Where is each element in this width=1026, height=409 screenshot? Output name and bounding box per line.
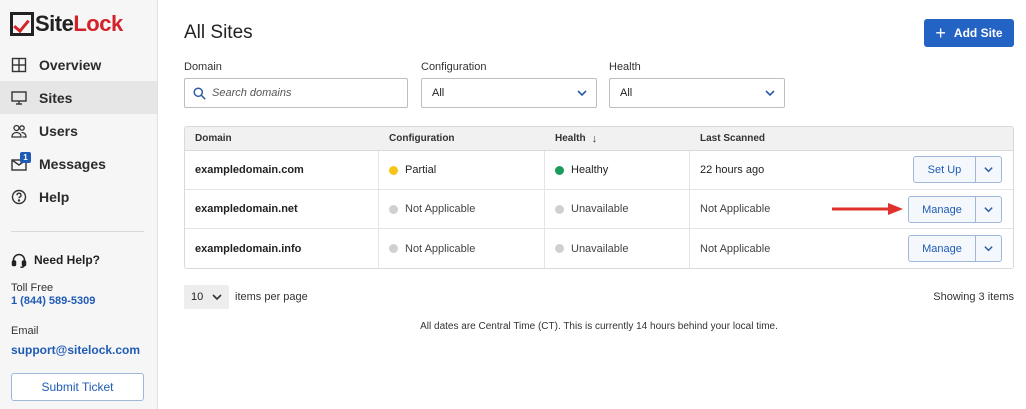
sidebar-item-messages[interactable]: 1 Messages [0,147,157,180]
domain-cell[interactable]: exampledomain.info [195,243,301,255]
headset-icon [11,253,27,268]
sidebar-item-sites[interactable]: Sites [0,81,157,114]
column-header-health[interactable]: Health ↓ [545,127,690,150]
table-header: Domain Configuration Health ↓ Last Scann… [185,127,1013,151]
plus-icon: + [935,23,946,43]
add-site-label: Add Site [953,26,1003,40]
search-input[interactable]: Search domains [184,78,408,108]
sidebar-item-users[interactable]: Users [0,114,157,147]
items-per-page-select[interactable]: 10 [184,285,229,309]
sidebar-item-label: Messages [39,155,106,172]
configuration-select-value: All [432,87,445,99]
sites-table: Domain Configuration Health ↓ Last Scann… [184,126,1014,269]
row-actions-dropdown[interactable] [976,235,1002,262]
email-link[interactable]: support@sitelock.com [11,343,140,357]
sidebar-item-label: Overview [39,56,102,73]
domain-cell[interactable]: exampledomain.net [195,203,298,215]
status-dot-icon [389,204,398,214]
health-cell: Healthy [571,164,609,176]
grid-icon [11,57,27,73]
health-cell: Unavailable [571,242,629,255]
sidebar-item-label: Sites [39,89,73,106]
search-icon [193,86,206,100]
items-per-page: 10 items per page [184,285,308,309]
configuration-select[interactable]: All [421,78,597,108]
logo-check-icon [10,12,34,36]
email-label: Email [11,325,39,337]
configuration-cell: Not Applicable [405,203,476,215]
status-dot-icon [555,204,564,214]
health-select-value: All [620,87,633,99]
row-actions: Manage [908,235,1002,262]
submit-ticket-button[interactable]: Submit Ticket [11,373,144,401]
messages-count-badge: 1 [20,152,31,163]
sidebar-item-help[interactable]: Help [0,180,157,213]
phone-link[interactable]: 1 (844) 589-5309 [11,295,95,307]
timezone-note: All dates are Central Time (CT). This is… [420,321,778,332]
health-select[interactable]: All [609,78,785,108]
help-circle-icon [11,189,27,205]
chevron-down-icon [984,246,993,252]
table-row: exampledomain.info Not Applicable Unavai… [185,229,1013,268]
sitelock-logo[interactable]: SiteLock [10,11,123,37]
row-actions: Manage [908,196,1002,223]
sidebar-item-overview[interactable]: Overview [0,48,157,81]
chevron-down-icon [984,167,993,173]
sidebar: SiteLock Overview Sites Users 1 Messages… [0,0,158,409]
domain-cell[interactable]: exampledomain.com [195,164,304,176]
row-actions-dropdown[interactable] [976,156,1002,183]
column-header-last-scanned[interactable]: Last Scanned [690,127,1013,150]
sidebar-divider [11,231,144,232]
status-dot-icon [555,244,564,253]
need-help-text: Need Help? [34,253,101,267]
last-scanned-cell: Not Applicable [700,242,771,255]
logo-text-lock: Lock [73,11,123,36]
column-header-configuration[interactable]: Configuration [379,127,545,150]
users-icon [11,123,27,139]
sidebar-item-label: Users [39,122,78,139]
column-header-health-label: Health [555,133,586,144]
need-help-heading: Need Help? [11,252,100,268]
last-scanned-cell: 22 hours ago [700,164,765,176]
showing-count: Showing 3 items [933,291,1014,303]
sort-down-icon: ↓ [591,132,598,145]
sidebar-nav: Overview Sites Users 1 Messages Help [0,48,157,213]
configuration-cell: Not Applicable [405,242,476,255]
table-row: exampledomain.com Partial Healthy 22 hou… [185,151,1013,190]
last-scanned-cell: Not Applicable [700,203,771,215]
logo-text-site: Site [35,11,74,36]
status-dot-icon [555,165,564,175]
items-per-page-value: 10 [191,291,204,303]
domain-filter-label: Domain [184,61,222,73]
configuration-filter-label: Configuration [421,61,487,73]
manage-button[interactable]: Manage [908,235,976,262]
configuration-cell: Partial [405,164,437,176]
health-cell: Unavailable [571,203,629,215]
items-per-page-label: items per page [235,291,308,303]
annotation-arrow-icon [832,203,903,215]
row-actions: Set Up [913,156,1002,183]
status-dot-icon [389,165,398,175]
column-header-domain[interactable]: Domain [185,127,379,150]
add-site-button[interactable]: + Add Site [924,19,1014,47]
toll-free-label: Toll Free [11,282,54,294]
monitor-icon [11,90,27,106]
sidebar-item-label: Help [39,188,70,205]
search-placeholder: Search domains [212,87,292,99]
health-filter-label: Health [609,61,641,73]
chevron-down-icon [984,207,993,213]
chevron-down-icon [576,87,588,99]
page-title: All Sites [184,22,253,43]
chevron-down-icon [211,291,223,303]
manage-button[interactable]: Manage [908,196,976,223]
set-up-button[interactable]: Set Up [913,156,976,183]
row-actions-dropdown[interactable] [976,196,1002,223]
status-dot-icon [389,244,398,253]
chevron-down-icon [764,87,776,99]
